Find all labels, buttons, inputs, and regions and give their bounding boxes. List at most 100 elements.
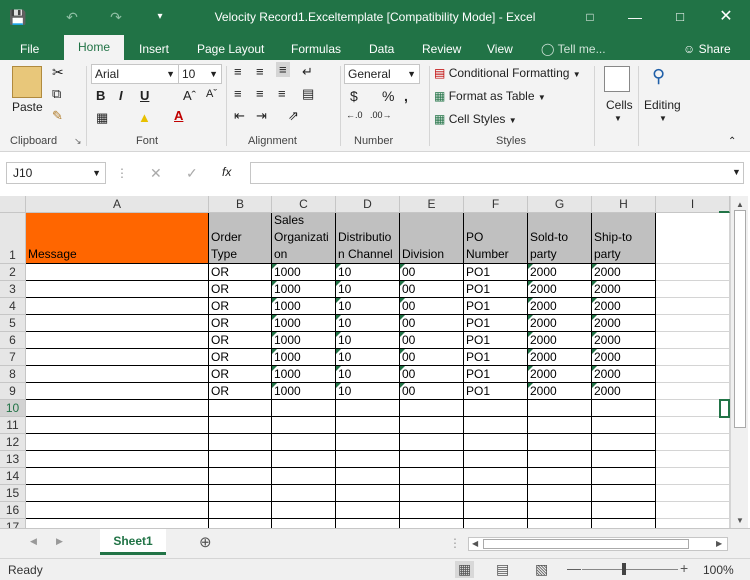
tab-review[interactable]: Review	[422, 38, 461, 60]
cell[interactable]	[336, 434, 400, 451]
cell[interactable]	[209, 434, 272, 451]
table-cell[interactable]: PO1	[464, 315, 528, 332]
row-header-1[interactable]: 1	[0, 213, 26, 264]
next-sheet-icon[interactable]: ▶	[56, 536, 63, 547]
align-left-icon[interactable]: ≡	[234, 86, 242, 101]
row-header-17[interactable]: 17	[0, 519, 26, 528]
table-cell[interactable]: PO1	[464, 366, 528, 383]
row-header-12[interactable]: 12	[0, 434, 26, 451]
table-cell[interactable]: 2000	[592, 281, 656, 298]
tab-view[interactable]: View	[487, 38, 513, 60]
cell[interactable]	[336, 468, 400, 485]
cell[interactable]	[656, 468, 730, 485]
table-cell[interactable]: PO1	[464, 264, 528, 281]
cell-styles-button[interactable]: ▦ Cell Styles ▼	[434, 112, 517, 126]
column-header-j[interactable]	[719, 196, 730, 213]
table-cell[interactable]: 10	[336, 315, 400, 332]
column-header-d[interactable]: D	[336, 196, 400, 213]
cell[interactable]	[656, 264, 730, 281]
row-header-6[interactable]: 6	[0, 332, 26, 349]
align-middle-icon[interactable]: ≡	[256, 64, 264, 79]
row-header-14[interactable]: 14	[0, 468, 26, 485]
cell[interactable]	[464, 485, 528, 502]
column-header-a[interactable]: A	[26, 196, 209, 213]
row-header-3[interactable]: 3	[0, 281, 26, 298]
horizontal-scrollbar[interactable]: ◀ ▶	[468, 537, 728, 551]
cell[interactable]	[592, 434, 656, 451]
cell[interactable]	[656, 281, 730, 298]
row-header-13[interactable]: 13	[0, 451, 26, 468]
cell[interactable]	[464, 468, 528, 485]
number-format-select[interactable]: General ▼	[344, 64, 420, 84]
cell[interactable]	[656, 502, 730, 519]
insert-function-icon[interactable]: fx	[222, 165, 231, 179]
active-cell-indicator[interactable]	[719, 399, 730, 418]
cell[interactable]	[272, 519, 336, 528]
cell[interactable]	[464, 451, 528, 468]
orientation-icon[interactable]: ⇗	[288, 108, 299, 124]
table-cell[interactable]: OR	[209, 332, 272, 349]
table-cell[interactable]: 10	[336, 383, 400, 400]
zoom-level[interactable]: 100%	[703, 563, 734, 577]
font-color-icon[interactable]: A	[174, 108, 183, 123]
formula-input[interactable]	[250, 162, 744, 184]
cell[interactable]	[400, 468, 464, 485]
table-cell[interactable]: 2000	[592, 332, 656, 349]
zoom-slider[interactable]	[582, 569, 678, 570]
vertical-scrollbar[interactable]: ▲ ▼	[730, 196, 748, 528]
cell[interactable]	[272, 434, 336, 451]
scroll-right-icon[interactable]: ▶	[716, 539, 722, 548]
cell[interactable]	[656, 298, 730, 315]
table-cell[interactable]: OR	[209, 366, 272, 383]
tab-insert[interactable]: Insert	[139, 38, 169, 60]
cell[interactable]	[528, 451, 592, 468]
font-name-select[interactable]: Arial ▼	[91, 64, 179, 84]
cell[interactable]	[592, 519, 656, 528]
cell[interactable]	[336, 451, 400, 468]
table-cell[interactable]: 10	[336, 332, 400, 349]
table-cell[interactable]	[26, 298, 209, 315]
cell[interactable]	[336, 400, 400, 417]
cell[interactable]	[336, 519, 400, 528]
table-cell[interactable]: 1000	[272, 315, 336, 332]
table-cell[interactable]: OR	[209, 349, 272, 366]
cells-button[interactable]: Cells	[606, 98, 633, 112]
cell[interactable]	[656, 434, 730, 451]
paste-icon[interactable]	[12, 66, 42, 98]
table-cell[interactable]: 1000	[272, 349, 336, 366]
cut-icon[interactable]: ✂	[52, 64, 64, 81]
table-cell[interactable]: OR	[209, 281, 272, 298]
cell[interactable]	[26, 485, 209, 502]
cell[interactable]	[656, 417, 730, 434]
row-header-9[interactable]: 9	[0, 383, 26, 400]
table-cell[interactable]	[26, 332, 209, 349]
horizontal-scroll-thumb[interactable]	[483, 539, 689, 549]
cell[interactable]	[26, 451, 209, 468]
cell[interactable]	[209, 468, 272, 485]
table-cell[interactable]: 00	[400, 298, 464, 315]
table-cell[interactable]: 2000	[528, 349, 592, 366]
table-cell[interactable]	[26, 264, 209, 281]
table-cell[interactable]: 2000	[528, 366, 592, 383]
cell[interactable]	[592, 451, 656, 468]
cell[interactable]	[464, 417, 528, 434]
cell[interactable]	[209, 502, 272, 519]
cell[interactable]	[656, 315, 730, 332]
row-header-15[interactable]: 15	[0, 485, 26, 502]
cell[interactable]	[656, 332, 730, 349]
table-cell[interactable]: 00	[400, 332, 464, 349]
table-cell[interactable]	[26, 349, 209, 366]
zoom-in-icon[interactable]: +	[680, 560, 688, 576]
align-top-icon[interactable]: ≡	[234, 64, 242, 79]
cell[interactable]	[464, 519, 528, 528]
cell[interactable]	[26, 468, 209, 485]
cell[interactable]	[272, 451, 336, 468]
copy-icon[interactable]: ⧉	[52, 86, 61, 102]
cell[interactable]	[209, 451, 272, 468]
paste-button[interactable]: Paste	[12, 100, 43, 114]
editing-button[interactable]: Editing	[644, 98, 681, 112]
row-header-5[interactable]: 5	[0, 315, 26, 332]
table-cell[interactable]: 1000	[272, 281, 336, 298]
cell[interactable]	[528, 502, 592, 519]
cell[interactable]	[209, 485, 272, 502]
